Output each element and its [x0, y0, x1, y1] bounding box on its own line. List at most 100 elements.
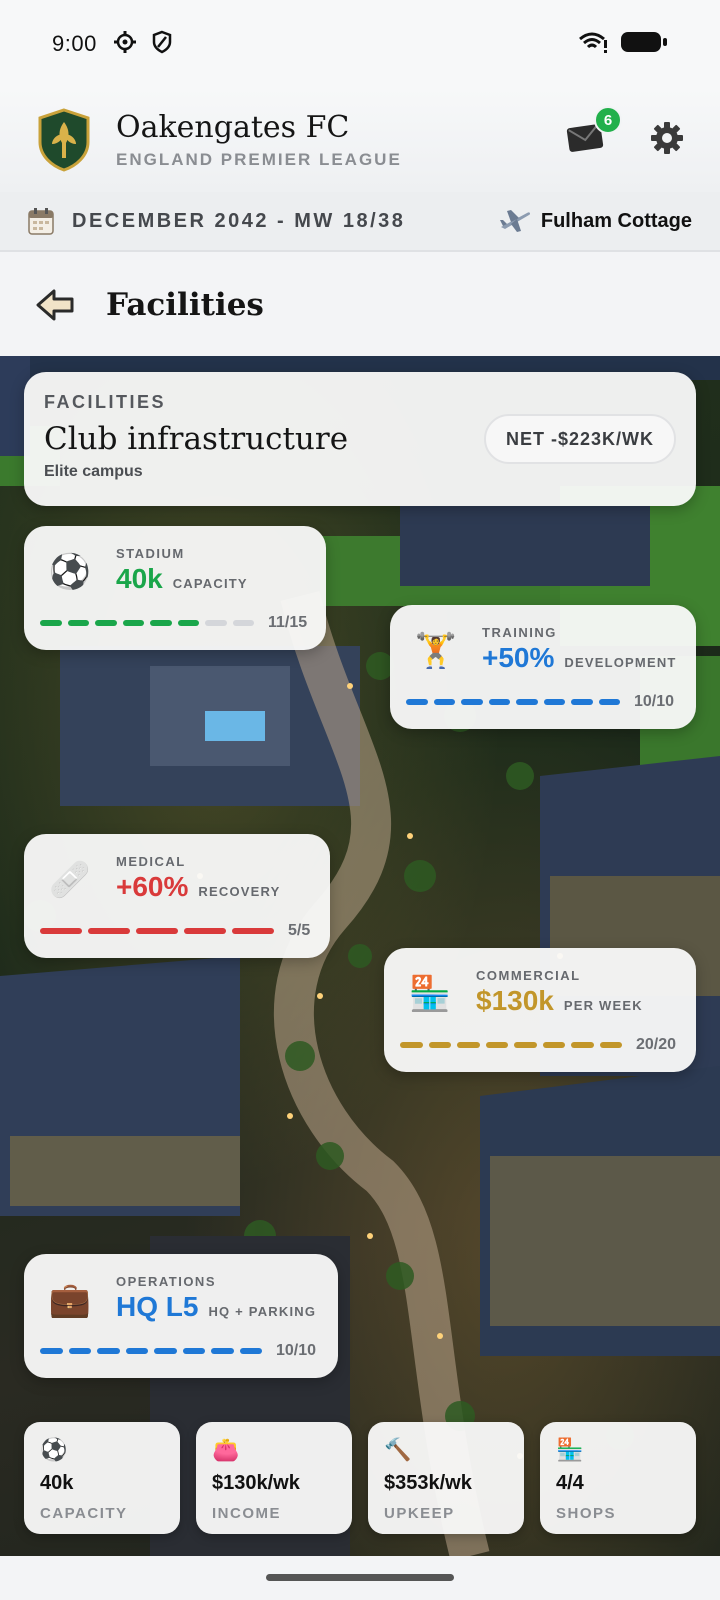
level-segment: [542, 1042, 565, 1048]
facility-label: OPERATIONS: [116, 1274, 216, 1289]
level-segment: [571, 699, 593, 705]
level-segment: [457, 1042, 480, 1048]
level-bar: [40, 620, 254, 626]
facility-progress: 10/10: [40, 1342, 316, 1360]
facility-level: 5/5: [288, 922, 311, 939]
level-segment: [136, 928, 178, 934]
level-segment: [40, 620, 62, 626]
facility-value: +50%: [482, 642, 555, 673]
stat-card-shops[interactable]: 🏪 4/4 SHOPS: [540, 1422, 696, 1534]
level-segment: [514, 1042, 537, 1048]
facility-progress: 11/15: [40, 614, 307, 632]
airplane-icon: [499, 210, 530, 232]
stat-value: 40k: [40, 1472, 74, 1494]
shop-icon: 🏪: [408, 975, 452, 1013]
overview-subtitle: Elite campus: [44, 463, 143, 480]
stat-value: $353k/wk: [384, 1472, 472, 1494]
stat-card-capacity[interactable]: ⚽ 40k CAPACITY: [24, 1422, 180, 1534]
facility-progress: 20/20: [400, 1036, 676, 1054]
battery-icon: [620, 31, 668, 58]
level-segment: [211, 1348, 234, 1354]
level-segment: [400, 1042, 423, 1048]
briefcase-icon: 💼: [48, 1281, 92, 1319]
stat-label: SHOPS: [556, 1505, 617, 1522]
facility-label: STADIUM: [116, 546, 185, 561]
next-opponent: Fulham Cottage: [540, 209, 692, 232]
wallet-icon: 👛: [212, 1437, 240, 1462]
facility-label: TRAINING: [482, 625, 557, 640]
level-segment: [543, 699, 565, 705]
stat-card-upkeep[interactable]: 🔨 $353k/wk UPKEEP: [368, 1422, 524, 1534]
level-bar: [40, 928, 274, 934]
facility-progress: 10/10: [406, 693, 674, 711]
settings-button[interactable]: [650, 121, 684, 160]
facility-card-medical[interactable]: 🩹 MEDICAL +60% RECOVERY 5/5: [24, 834, 330, 958]
level-segment: [40, 928, 82, 934]
level-segment: [182, 1348, 205, 1354]
club-header: Oakengates FC ENGLAND PREMIER LEAGUE 6: [0, 88, 720, 192]
inbox-count-badge: 6: [594, 106, 622, 134]
wifi-icon: [578, 31, 608, 58]
facility-value: $130k: [476, 985, 554, 1016]
facility-label: MEDICAL: [116, 854, 186, 869]
overview-eyebrow: FACILITIES: [44, 392, 167, 412]
facility-level: 10/10: [276, 1342, 317, 1359]
page-title: Facilities: [106, 287, 264, 323]
level-segment: [232, 928, 274, 934]
level-segment: [406, 699, 428, 705]
facility-card-stadium[interactable]: ⚽ STADIUM 40k CAPACITY 11/15: [24, 526, 326, 650]
club-crest-icon: [38, 108, 90, 172]
level-segment: [154, 1348, 177, 1354]
level-bar: [40, 1348, 262, 1354]
shield-status-icon: [151, 30, 173, 59]
calendar-icon: [28, 208, 54, 235]
inbox-button[interactable]: 6: [566, 106, 622, 160]
status-bar: 9:00: [0, 0, 720, 88]
facility-unit: DEVELOPMENT: [564, 655, 677, 670]
facility-level: 20/20: [636, 1036, 677, 1053]
soccer-ball-icon: ⚽: [48, 553, 92, 591]
level-segment: [488, 699, 510, 705]
level-segment: [67, 620, 89, 626]
level-segment: [125, 1348, 148, 1354]
level-segment: [184, 928, 226, 934]
back-arrow-icon[interactable]: [36, 288, 76, 322]
soccer-ball-icon: ⚽: [40, 1437, 68, 1462]
level-segment: [95, 620, 117, 626]
level-segment: [40, 1348, 63, 1354]
current-date: DECEMBER 2042 - MW 18/38: [72, 209, 406, 232]
net-budget-pill: NET -$223K/WK: [483, 414, 676, 464]
facility-value: HQ L5: [116, 1291, 199, 1322]
shop-icon: 🏪: [556, 1437, 584, 1462]
next-match-button[interactable]: Fulham Cottage: [499, 207, 692, 235]
facility-label: COMMERCIAL: [476, 968, 581, 983]
level-segment: [433, 699, 455, 705]
stat-value: 4/4: [556, 1472, 584, 1494]
home-indicator[interactable]: [266, 1574, 454, 1581]
level-segment: [239, 1348, 262, 1354]
facility-card-training[interactable]: 🏋 TRAINING +50% DEVELOPMENT 10/10: [390, 605, 696, 729]
facilities-scene: FACILITIES Club infrastructure Elite cam…: [0, 356, 720, 1556]
level-bar: [400, 1042, 622, 1048]
stat-card-income[interactable]: 👛 $130k/wk INCOME: [196, 1422, 352, 1534]
facilities-overview-card: FACILITIES Club infrastructure Elite cam…: [24, 372, 696, 506]
facility-level: 10/10: [634, 693, 675, 710]
level-segment: [122, 620, 144, 626]
gear-icon: [651, 121, 683, 154]
club-league: ENGLAND PREMIER LEAGUE: [116, 149, 402, 169]
facility-card-commercial[interactable]: 🏪 COMMERCIAL $130k PER WEEK 20/20: [384, 948, 696, 1072]
level-segment: [205, 620, 227, 626]
date-bar: DECEMBER 2042 - MW 18/38 Fulham Cottage: [0, 192, 720, 252]
page-title-bar: Facilities: [0, 254, 720, 356]
status-time: 9:00: [52, 31, 97, 56]
level-segment: [428, 1042, 451, 1048]
facility-card-operations[interactable]: 💼 OPERATIONS HQ L5 HQ + PARKING 10/10: [24, 1254, 338, 1378]
facility-unit: RECOVERY: [198, 884, 281, 899]
level-segment: [598, 699, 620, 705]
level-segment: [68, 1348, 91, 1354]
level-segment: [232, 620, 254, 626]
club-name: Oakengates FC: [116, 109, 350, 145]
level-bar: [406, 699, 620, 705]
level-segment: [461, 699, 483, 705]
level-segment: [88, 928, 130, 934]
